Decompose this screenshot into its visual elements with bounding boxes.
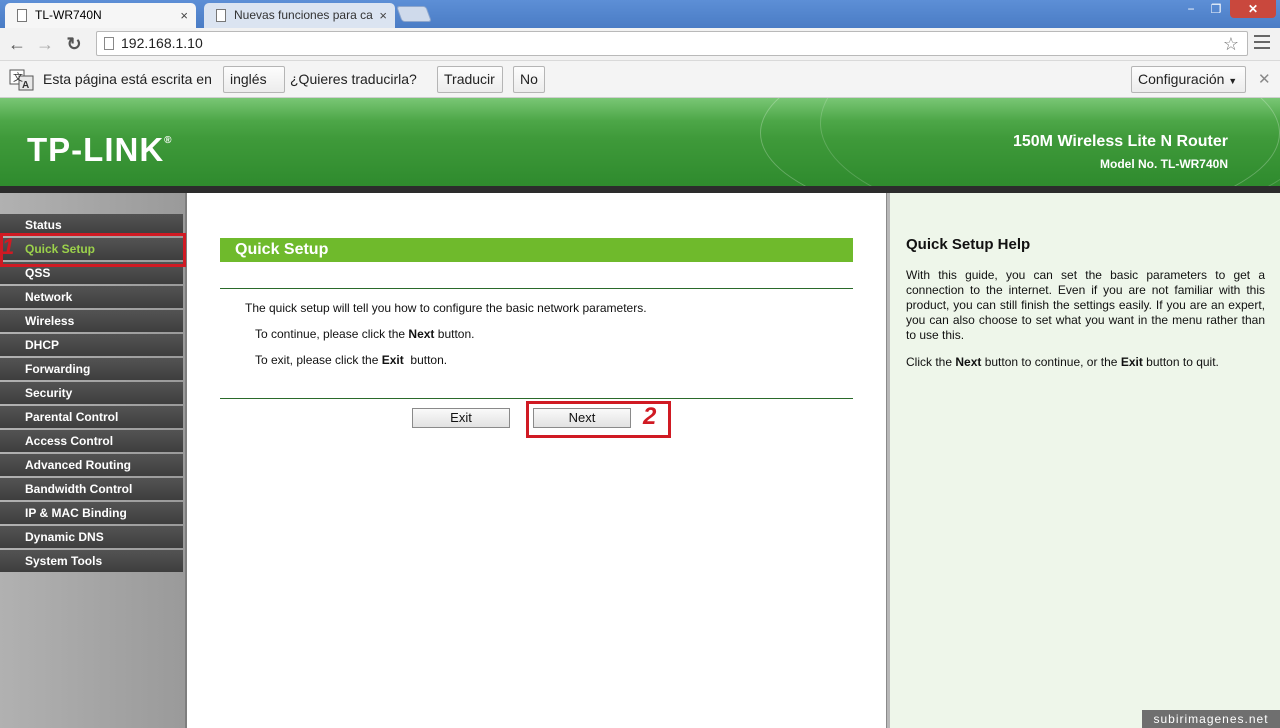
close-translate-icon[interactable]: ✕ xyxy=(1258,61,1271,98)
sidebar-item-bandwidth-control[interactable]: Bandwidth Control xyxy=(0,478,183,500)
divider-top xyxy=(220,288,853,289)
sidebar-menu: Status Quick Setup QSS Network Wireless DHCP F… xyxy=(0,214,183,574)
model-number: Model No. TL-WR740N xyxy=(1100,157,1228,171)
forward-icon[interactable]: → xyxy=(33,31,57,57)
browser-menu-icon[interactable] xyxy=(1254,35,1270,53)
tab-close-icon[interactable]: × xyxy=(180,3,188,28)
translate-prefix-text: Esta página está escrita en xyxy=(43,71,212,87)
new-tab-button[interactable] xyxy=(396,6,432,22)
translate-question-text: ¿Quieres traducirla? xyxy=(290,71,417,87)
annotation-number-2: 2 xyxy=(643,403,657,430)
sidebar-item-dhcp[interactable]: DHCP xyxy=(0,334,183,356)
translate-button[interactable]: Traducir xyxy=(437,66,503,93)
svg-text:A: A xyxy=(22,80,29,91)
router-header: TP-LINK® 150M Wireless Lite N Router Mod… xyxy=(0,98,1280,188)
language-select[interactable]: inglés ▼ xyxy=(223,66,285,111)
bookmark-star-icon[interactable]: ☆ xyxy=(1223,33,1239,55)
sidebar: Status Quick Setup QSS Network Wireless DHCP F… xyxy=(0,193,187,728)
settings-label: Configuración xyxy=(1138,71,1225,87)
divider-bottom xyxy=(220,398,853,399)
url-text[interactable]: 192.168.1.10 xyxy=(121,32,203,55)
tab-title: Nuevas funciones para ca xyxy=(234,8,373,22)
help-paragraph: With this guide, you can set the basic p… xyxy=(906,268,1265,342)
continue-instruction: To continue, please click the Next butto… xyxy=(255,327,475,341)
annotation-box-1 xyxy=(0,233,186,267)
sidebar-item-security[interactable]: Security xyxy=(0,382,183,404)
chevron-down-icon: ▼ xyxy=(1228,76,1238,86)
help-panel: Quick Setup Help With this guide, you ca… xyxy=(890,193,1280,728)
reload-icon[interactable]: ↻ xyxy=(62,31,86,57)
sidebar-item-dynamic-dns[interactable]: Dynamic DNS xyxy=(0,526,183,548)
tab-nuevas-funciones[interactable]: Nuevas funciones para ca × xyxy=(204,3,395,28)
sidebar-item-advanced-routing[interactable]: Advanced Routing xyxy=(0,454,183,476)
sidebar-item-network[interactable]: Network xyxy=(0,286,183,308)
minimize-icon[interactable]: − xyxy=(1180,0,1202,18)
translate-settings-button[interactable]: Configuración ▼ xyxy=(1131,66,1246,93)
translate-bar: 文 A Esta página está escrita en inglés ▼… xyxy=(0,61,1280,111)
close-window-icon[interactable]: ✕ xyxy=(1230,0,1276,18)
exit-button[interactable]: Exit xyxy=(412,408,510,428)
tplink-logo: TP-LINK® xyxy=(27,131,173,168)
browser-tab-bar: TL-WR740N × Nuevas funciones para ca × −… xyxy=(0,0,1280,28)
help-paragraph: Click the Next button to continue, or th… xyxy=(906,355,1219,369)
page-icon xyxy=(216,9,226,22)
language-value: inglés xyxy=(230,71,267,87)
sidebar-item-parental-control[interactable]: Parental Control xyxy=(0,406,183,428)
sidebar-item-access-control[interactable]: Access Control xyxy=(0,430,183,452)
main-panel: Quick Setup The quick setup will tell yo… xyxy=(189,193,886,728)
sidebar-item-system-tools[interactable]: System Tools xyxy=(0,550,183,572)
no-translate-button[interactable]: No xyxy=(513,66,545,93)
page-icon xyxy=(104,37,114,50)
sidebar-item-ip-mac-binding[interactable]: IP & MAC Binding xyxy=(0,502,183,524)
translate-icon: 文 A xyxy=(9,69,34,91)
tab-close-icon[interactable]: × xyxy=(379,3,387,28)
maximize-icon[interactable]: ❐ xyxy=(1204,0,1228,18)
tab-tl-wr740n[interactable]: TL-WR740N × xyxy=(5,3,196,28)
back-icon[interactable]: ← xyxy=(5,31,29,57)
page-title: Quick Setup xyxy=(220,238,853,262)
address-bar[interactable]: 192.168.1.10 ☆ xyxy=(96,31,1248,56)
browser-toolbar: ← → ↻ 192.168.1.10 ☆ xyxy=(0,28,1280,61)
tab-title: TL-WR740N xyxy=(35,8,102,22)
sidebar-item-forwarding[interactable]: Forwarding xyxy=(0,358,183,380)
header-divider xyxy=(0,186,1280,193)
sidebar-item-wireless[interactable]: Wireless xyxy=(0,310,183,332)
annotation-number-1: 1 xyxy=(2,234,15,259)
product-title: 150M Wireless Lite N Router xyxy=(1012,133,1228,150)
watermark: subirimagenes.net xyxy=(1142,710,1280,728)
exit-instruction: To exit, please click the Exit button. xyxy=(255,353,448,367)
intro-text: The quick setup will tell you how to con… xyxy=(245,301,647,315)
page-icon xyxy=(17,9,27,22)
help-title: Quick Setup Help xyxy=(906,236,1031,253)
